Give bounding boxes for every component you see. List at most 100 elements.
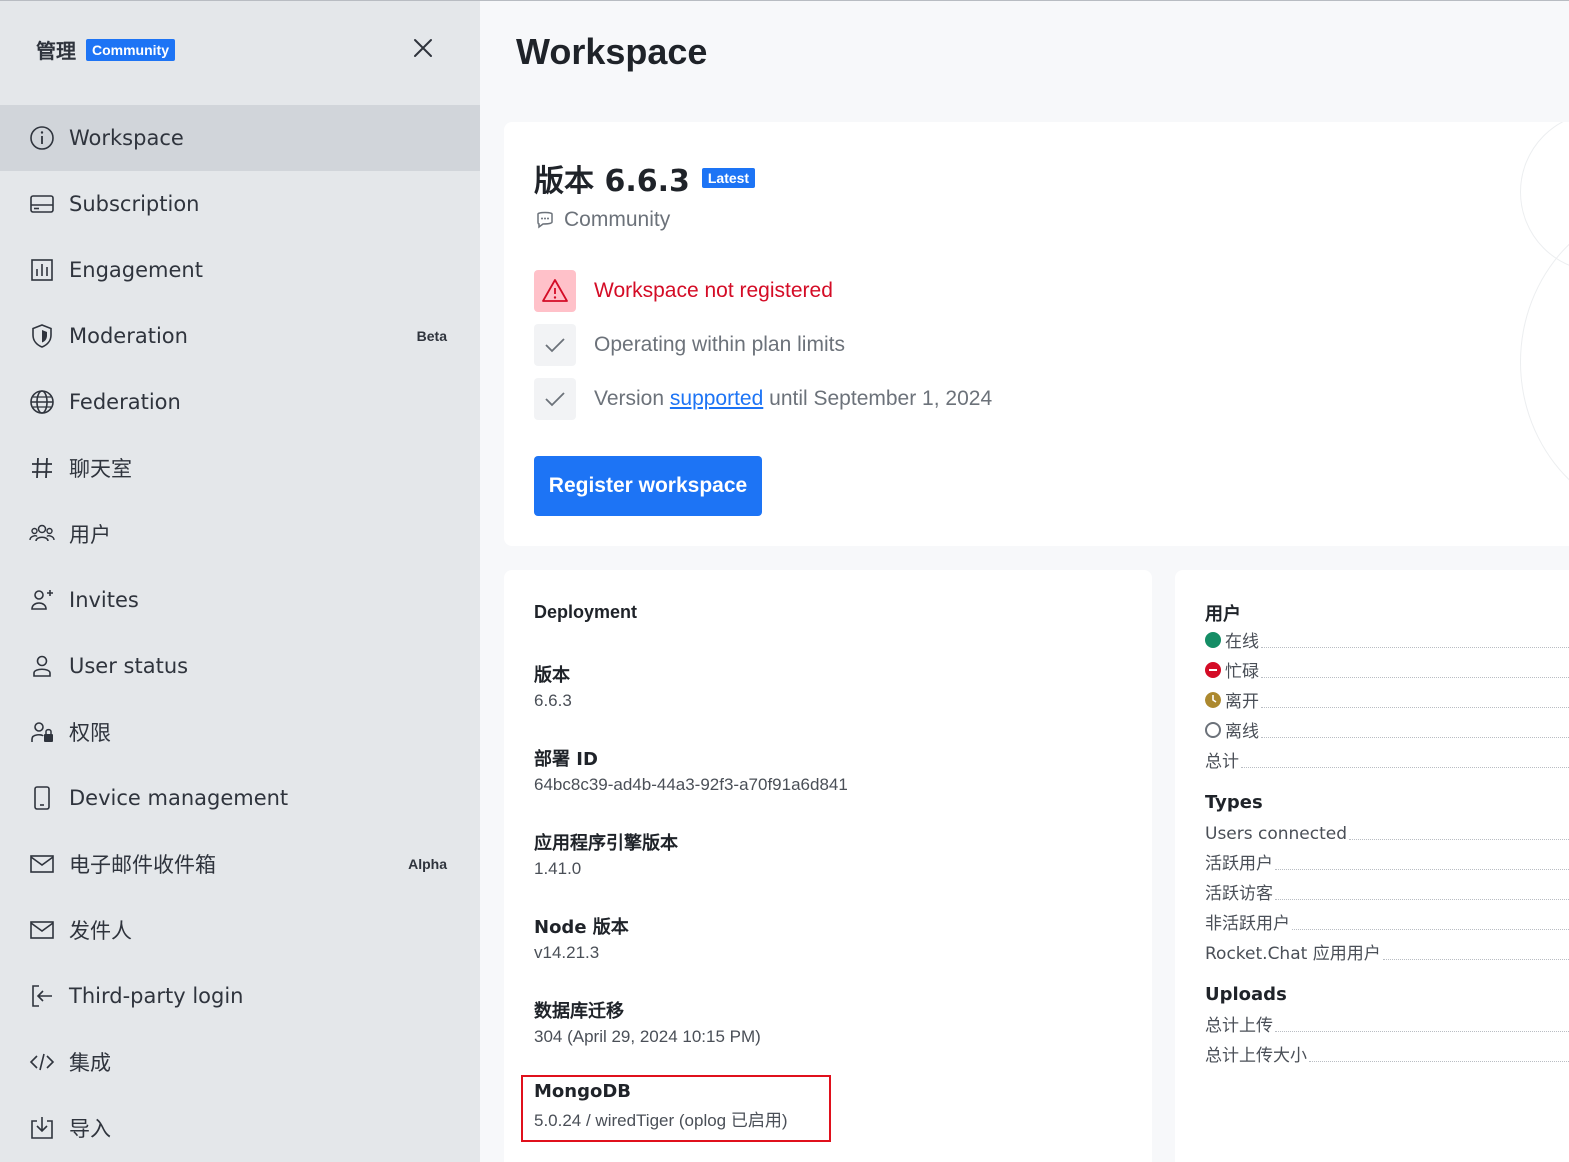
import-icon — [28, 1114, 56, 1142]
mail-icon — [28, 916, 56, 944]
field-value: 64bc8c39-ad4b-44a3-92f3-a70f91a6d841 — [534, 775, 848, 794]
uploads-heading: Uploads — [1205, 984, 1287, 1005]
sidebar-item-moderation[interactable]: Moderation Beta — [0, 303, 480, 369]
stat-label: 活跃访客 — [1205, 884, 1273, 904]
stat-label: 总计上传 — [1205, 1016, 1273, 1036]
types-heading: Types — [1205, 792, 1263, 813]
latest-badge: Latest — [701, 168, 756, 188]
sidebar-item-label: 用户 — [69, 523, 111, 547]
beta-tag: Beta — [416, 328, 447, 344]
sidebar-item-mailer[interactable]: 发件人 — [0, 897, 480, 963]
sidebar-item-label: User status — [69, 654, 189, 678]
sidebar-item-label: Invites — [69, 588, 139, 612]
stat-label: 非活跃用户 — [1205, 914, 1290, 934]
globe-icon — [28, 388, 56, 416]
deployment-heading: Deployment — [534, 602, 638, 622]
sidebar-item-label: Moderation — [69, 324, 188, 348]
sidebar-item-label: Workspace — [69, 126, 184, 150]
sidebar-item-workspace[interactable]: Workspace — [0, 105, 480, 171]
workspace-main: Workspace 版本 6.6.3 Latest Community Work… — [480, 0, 1569, 1162]
edition-badge: Community — [86, 38, 175, 61]
status-not-registered: Workspace not registered — [534, 270, 833, 312]
stat-row-busy: 忙碌 — [1205, 658, 1569, 682]
card-icon — [28, 190, 56, 218]
sidebar-item-label: 导入 — [69, 1117, 111, 1141]
stat-label: 忙碌 — [1225, 662, 1259, 682]
status-warning-text: Workspace not registered — [594, 279, 833, 302]
sidebar-item-permissions[interactable]: 权限 — [0, 699, 480, 765]
hash-icon — [28, 454, 56, 482]
stat-row-app-users: Rocket.Chat 应用用户 — [1205, 940, 1569, 964]
check-icon — [545, 392, 565, 407]
sidebar-item-rooms[interactable]: 聊天室 — [0, 435, 480, 501]
page-title: Workspace — [516, 31, 708, 72]
mongodb-highlight-box — [521, 1075, 831, 1142]
close-icon — [414, 39, 432, 57]
users-heading: 用户 — [1205, 604, 1241, 625]
online-status-icon — [1205, 631, 1221, 648]
away-status-icon — [1205, 691, 1221, 708]
sidebar-item-label: 电子邮件收件箱 — [69, 853, 216, 877]
team-icon — [28, 520, 56, 548]
supported-link[interactable]: supported — [670, 387, 763, 410]
field-value: 1.41.0 — [534, 859, 582, 878]
code-icon — [28, 1048, 56, 1076]
stat-row-users-connected: Users connected — [1205, 820, 1569, 844]
status-version-text: Version supported until September 1, 202… — [594, 387, 992, 411]
sidebar-item-third-party-login[interactable]: Third-party login — [0, 963, 480, 1029]
field-label: 应用程序引擎版本 — [534, 833, 678, 854]
field-label: 数据库迁移 — [534, 1001, 624, 1022]
sidebar-item-import[interactable]: 导入 — [0, 1095, 480, 1161]
user-icon — [28, 652, 56, 680]
deployment-card: Deployment 版本 6.6.3 部署 ID 64bc8c39-ad4b-… — [504, 570, 1152, 1162]
stat-row-active-guests: 活跃访客 — [1205, 880, 1569, 904]
sidebar-item-label: Device management — [69, 786, 289, 810]
field-value: 304 (April 29, 2024 10:15 PM) — [534, 1027, 761, 1046]
sidebar-nav: Workspace Subscription Engagement Modera… — [0, 105, 480, 1161]
sidebar-item-integrations[interactable]: 集成 — [0, 1029, 480, 1095]
shield-icon — [28, 322, 56, 350]
chat-bubble-icon — [537, 211, 553, 229]
sidebar-item-label: Federation — [69, 390, 181, 414]
sidebar-item-user-status[interactable]: User status — [0, 633, 480, 699]
field-label: 版本 — [534, 665, 570, 686]
offline-status-icon — [1205, 721, 1221, 738]
busy-status-icon — [1205, 661, 1221, 678]
version-card: 版本 6.6.3 Latest Community Workspace not … — [504, 122, 1569, 546]
stat-row-away: 离开 — [1205, 688, 1569, 712]
register-workspace-button[interactable]: Register workspace — [534, 456, 762, 516]
close-sidebar-button[interactable] — [410, 35, 436, 61]
stat-row-offline: 离线 — [1205, 718, 1569, 742]
user-lock-icon — [28, 718, 56, 746]
sidebar-item-users[interactable]: 用户 — [0, 501, 480, 567]
version-heading: 版本 6.6.3 — [534, 164, 690, 199]
stat-label: Rocket.Chat 应用用户 — [1205, 944, 1381, 964]
version-suffix: until September 1, 2024 — [769, 387, 993, 410]
sidebar-item-federation[interactable]: Federation — [0, 369, 480, 435]
sidebar-item-engagement[interactable]: Engagement — [0, 237, 480, 303]
edition-line: Community — [534, 208, 670, 232]
sidebar-item-email-inboxes[interactable]: 电子邮件收件箱 Alpha — [0, 831, 480, 897]
stat-label: 总计上传大小 — [1205, 1046, 1307, 1066]
status-version-supported: Version supported until September 1, 202… — [534, 378, 992, 420]
mobile-icon — [28, 784, 56, 812]
field-value: v14.21.3 — [534, 943, 600, 962]
warning-icon-box — [534, 270, 576, 312]
stat-label: 在线 — [1225, 632, 1259, 652]
version-prefix: Version — [594, 387, 665, 410]
deployment-field-migration: 数据库迁移 304 (April 29, 2024 10:15 PM) — [534, 997, 761, 1047]
bar-chart-icon — [28, 256, 56, 284]
sidebar-item-label: 发件人 — [69, 919, 132, 943]
stat-label: 离开 — [1225, 692, 1259, 712]
sidebar-item-subscription[interactable]: Subscription — [0, 171, 480, 237]
sidebar-item-device-management[interactable]: Device management — [0, 765, 480, 831]
stat-row-inactive-users: 非活跃用户 — [1205, 910, 1569, 934]
sidebar-item-invites[interactable]: Invites — [0, 567, 480, 633]
stat-row-total-uploads: 总计上传 — [1205, 1012, 1569, 1036]
version-title: 版本 6.6.3 Latest — [534, 156, 756, 200]
stat-label: Users connected — [1205, 824, 1348, 844]
sidebar-item-label: Engagement — [69, 258, 203, 282]
stat-row-total: 总计 — [1205, 748, 1569, 772]
sidebar-title: 管理 — [36, 39, 76, 63]
users-card: 用户 在线 忙碌 离开 离线 总计 Types Users connected … — [1175, 570, 1569, 1162]
